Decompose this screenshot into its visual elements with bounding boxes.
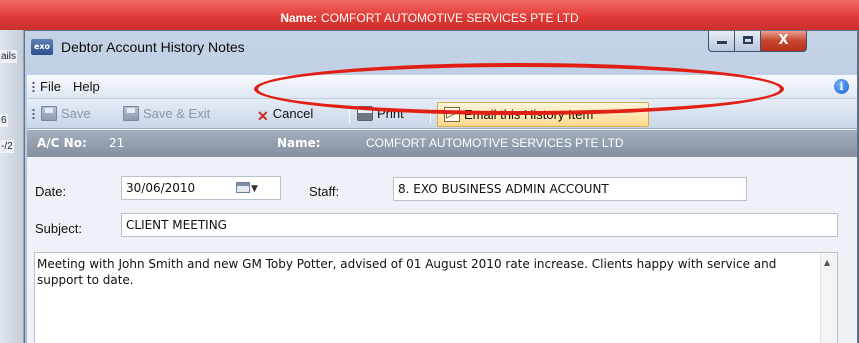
- menu-grip-icon[interactable]: [32, 81, 35, 93]
- date-picker-field[interactable]: 30/06/2010 ▼: [121, 176, 281, 200]
- cancel-button[interactable]: ✕ Cancel: [257, 104, 313, 125]
- background-fragment: 6: [0, 114, 8, 127]
- background-window-left-edge: [0, 30, 24, 343]
- debtor-history-notes-window: exo Debtor Account History Notes X File …: [24, 30, 858, 343]
- email-label: Email this History Item: [464, 107, 594, 122]
- date-label: Date:: [35, 184, 67, 199]
- staff-field[interactable]: 8. EXO BUSINESS ADMIN ACCOUNT: [393, 177, 747, 201]
- menu-help[interactable]: Help: [73, 79, 100, 94]
- window-client-area: File Help i Save Save & Exit ✕ Cancel Pri…: [27, 75, 857, 343]
- maximize-button[interactable]: [734, 31, 761, 52]
- account-name-label: Name:: [277, 136, 321, 150]
- notes-text: Meeting with John Smith and new GM Toby …: [37, 257, 777, 287]
- background-title-label: Name:: [280, 11, 318, 25]
- maximize-icon: [742, 36, 753, 44]
- background-fragment: ails: [0, 50, 18, 63]
- print-label: Print: [377, 106, 404, 121]
- save-disk-icon: [41, 106, 57, 121]
- print-button[interactable]: Print: [357, 104, 404, 125]
- save-exit-label: Save & Exit: [143, 106, 211, 121]
- save-exit-disk-icon: [123, 106, 139, 121]
- staff-label: Staff:: [309, 184, 340, 199]
- date-value: 30/06/2010: [126, 181, 196, 195]
- window-title: Debtor Account History Notes: [61, 39, 245, 55]
- account-number-label: A/C No:: [37, 136, 87, 150]
- close-icon: X: [778, 33, 789, 48]
- email-envelope-icon: [444, 107, 460, 122]
- account-name-value: COMFORT AUTOMOTIVE SERVICES PTE LTD: [366, 136, 624, 150]
- account-info-bar: A/C No: 21 Name: COMFORT AUTOMOTIVE SERV…: [27, 130, 857, 157]
- calendar-icon[interactable]: [236, 182, 250, 193]
- cancel-label: Cancel: [272, 106, 314, 121]
- save-label: Save: [61, 106, 91, 121]
- info-icon[interactable]: i: [834, 79, 849, 94]
- history-note-form: Date: 30/06/2010 ▼ Staff: 8. EXO BUSINES…: [27, 157, 857, 343]
- account-number-value: 21: [109, 136, 125, 150]
- window-titlebar[interactable]: exo Debtor Account History Notes X: [25, 31, 857, 63]
- background-title-value: COMFORT AUTOMOTIVE SERVICES PTE LTD: [321, 11, 579, 25]
- exo-app-icon: exo: [31, 39, 53, 55]
- toolbar: Save Save & Exit ✕ Cancel Print Email thi…: [27, 99, 857, 129]
- printer-icon: [357, 106, 373, 121]
- minimize-button[interactable]: [708, 31, 735, 52]
- chevron-down-icon[interactable]: ▼: [251, 178, 258, 199]
- close-button[interactable]: X: [760, 31, 807, 52]
- menu-bar: File Help i: [27, 75, 857, 99]
- subject-label: Subject:: [35, 221, 82, 236]
- notes-textarea[interactable]: Meeting with John Smith and new GM Toby …: [34, 252, 838, 343]
- minimize-icon: [716, 41, 727, 44]
- notes-scrollbar[interactable]: ▲: [820, 253, 837, 343]
- save-and-exit-button[interactable]: Save & Exit: [123, 104, 210, 125]
- subject-input[interactable]: CLIENT MEETING: [121, 213, 838, 237]
- email-history-item-button[interactable]: Email this History Item: [437, 102, 649, 127]
- menu-file[interactable]: File: [40, 79, 61, 94]
- toolbar-separator: [430, 106, 431, 123]
- background-window-title: Name: COMFORT AUTOMOTIVE SERVICES PTE LTD: [0, 11, 859, 25]
- background-fragment: -/2: [0, 140, 14, 153]
- scroll-up-arrow-icon[interactable]: ▲: [824, 258, 830, 267]
- toolbar-separator: [349, 106, 350, 123]
- cancel-x-icon: ✕: [257, 108, 269, 124]
- save-button[interactable]: Save: [41, 104, 91, 125]
- toolbar-grip-icon[interactable]: [32, 108, 35, 120]
